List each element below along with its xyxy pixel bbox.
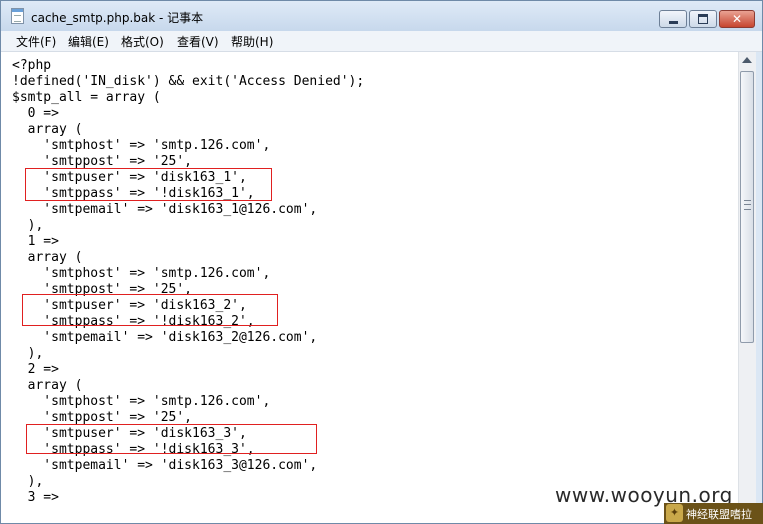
notepad-window: cache_smtp.php.bak - 记事本 ✕ 文件(F) 编辑(E) 格… xyxy=(0,0,763,524)
minimize-icon xyxy=(660,11,686,27)
highlight-box-account-0 xyxy=(25,168,272,201)
watermark-brand: 神经联盟嗜拉 xyxy=(686,508,752,521)
scrollbar-thumb[interactable] xyxy=(740,71,754,343)
maximize-icon xyxy=(690,11,716,27)
close-icon: ✕ xyxy=(731,12,743,26)
watermark-brand-bar: ✦ 神经联盟嗜拉 xyxy=(664,503,763,524)
menu-format[interactable]: 格式(O) xyxy=(121,33,164,50)
menu-help[interactable]: 帮助(H) xyxy=(231,33,273,50)
highlight-box-account-2 xyxy=(26,424,317,454)
close-button[interactable]: ✕ xyxy=(719,10,755,28)
scroll-up-arrow-icon[interactable] xyxy=(742,57,752,63)
grip-icon xyxy=(744,200,751,210)
highlight-box-account-1 xyxy=(22,294,278,326)
window-title: cache_smtp.php.bak - 记事本 xyxy=(31,11,204,25)
brand-logo-icon: ✦ xyxy=(666,504,683,522)
minimize-button[interactable] xyxy=(659,10,687,28)
maximize-button[interactable] xyxy=(689,10,717,28)
menu-edit[interactable]: 编辑(E) xyxy=(68,33,109,50)
menu-bar: 文件(F) 编辑(E) 格式(O) 查看(V) 帮助(H) xyxy=(1,31,762,52)
vertical-scrollbar[interactable] xyxy=(738,52,756,523)
text-editor[interactable]: <?php !defined('IN_disk') && exit('Acces… xyxy=(1,52,738,523)
menu-file[interactable]: 文件(F) xyxy=(16,33,56,50)
notepad-icon xyxy=(11,8,24,24)
menu-view[interactable]: 查看(V) xyxy=(177,33,219,50)
title-bar[interactable]: cache_smtp.php.bak - 记事本 ✕ xyxy=(1,1,762,31)
